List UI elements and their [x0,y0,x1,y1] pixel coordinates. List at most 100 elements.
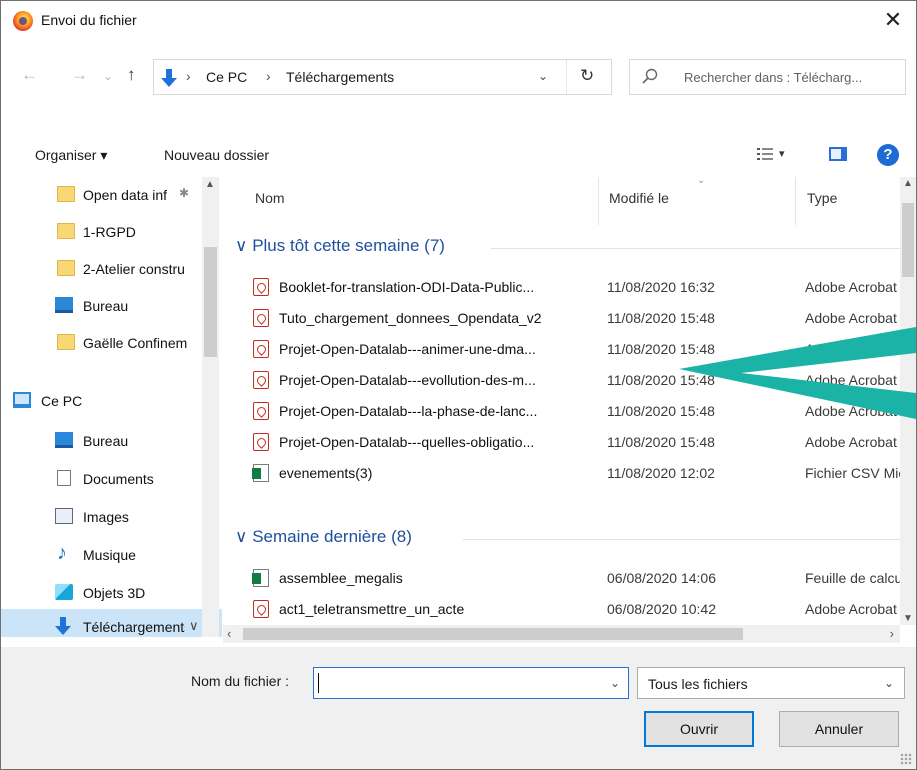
sidebar-item-ce-pc[interactable]: Ce PC [1,383,201,420]
scroll-up-arrow[interactable]: ▲ [205,179,215,190]
file-type: Adobe Acrobat [805,279,897,295]
filename-dropdown-icon[interactable]: ⌄ [610,676,620,690]
sidebar-item-bureau[interactable]: Bureau [1,423,201,460]
file-row[interactable]: assemblee_megalis 06/08/2020 14:06 Feuil… [223,563,916,593]
file-type: Feuille de calcul [805,570,905,586]
downloads-icon [55,617,71,635]
column-header-name[interactable]: Nom [255,190,285,206]
file-name: Projet-Open-Datalab---la-phase-de-lanc..… [279,403,538,419]
file-date: 06/08/2020 10:42 [607,601,716,617]
sidebar-item-objets-3d[interactable]: Objets 3D [1,575,201,612]
resize-grip[interactable] [900,753,912,765]
preview-pane-icon[interactable] [829,147,847,161]
help-icon[interactable]: ? [877,144,899,166]
scroll-left-arrow[interactable]: ‹ [227,626,231,641]
column-header-type[interactable]: Type [807,190,837,206]
file-date: 11/08/2020 15:48 [607,434,715,450]
group-divider [491,248,901,249]
group-header-last-week[interactable]: ∨ Semaine dernière (8) [235,527,412,547]
search-box[interactable]: Rechercher dans : Télécharg... [629,59,906,95]
organize-menu[interactable]: Organiser ▾ [35,147,107,164]
scrollbar-thumb[interactable] [204,247,217,357]
column-header-modified[interactable]: Modifié le [609,190,669,206]
sidebar-item-gaelle[interactable]: Gaëlle Confinem [1,325,201,362]
file-list-vertical-scrollbar[interactable]: ▲ ▼ [900,177,916,625]
column-divider[interactable] [795,177,796,225]
view-dropdown-icon[interactable]: ▾ [779,147,785,160]
sort-indicator-icon: ⌄ [697,177,706,186]
file-name: Projet-Open-Datalab---quelles-obligatio.… [279,434,535,450]
sidebar-item-rgpd[interactable]: 1-RGPD [1,214,201,251]
pin-icon: ✱ [179,186,190,200]
firefox-icon [13,11,33,31]
file-type-select[interactable]: Tous les fichiers ⌄ [637,667,905,699]
pdf-icon [253,309,269,327]
sidebar-scrollbar[interactable]: ▲ [202,177,219,637]
sidebar-item-images[interactable]: Images [1,499,201,536]
file-date: 11/08/2020 15:48 [607,372,715,388]
scrollbar-thumb[interactable] [243,628,743,640]
sidebar-item-label: Téléchargements [83,619,185,635]
sidebar-item-atelier[interactable]: 2-Atelier constru [1,251,201,288]
scroll-up-arrow[interactable]: ▲ [903,178,913,189]
close-button[interactable]: ✕ [870,1,916,41]
up-button[interactable]: ↑ [127,65,136,85]
sidebar-item-label: Objets 3D [83,585,146,601]
address-dropdown-icon[interactable]: ⌄ [538,69,548,83]
collapse-chevron-icon[interactable]: ∨ [189,618,199,634]
forward-button[interactable]: → [71,65,88,85]
file-row[interactable]: act1_teletransmettre_un_acte 06/08/2020 … [223,594,916,624]
sidebar-item-documents[interactable]: Documents [1,461,201,498]
sidebar-item-label: 1-RGPD [83,224,136,240]
file-row[interactable]: Projet-Open-Datalab---quelles-obligatio.… [223,427,916,457]
pdf-icon [253,433,269,451]
file-type-dropdown-icon: ⌄ [883,676,894,690]
recent-locations-dropdown[interactable]: ⌄ [103,66,113,86]
scroll-down-arrow[interactable]: ▼ [903,613,913,624]
search-icon [642,68,658,84]
pdf-icon [253,278,269,296]
address-bar[interactable]: › Ce PC › Téléchargements ⌄ ↻ [153,59,612,95]
open-button[interactable]: Ouvrir [644,711,754,747]
file-row[interactable]: Projet-Open-Datalab---animer-une-dma... … [223,334,916,364]
new-folder-button[interactable]: Nouveau dossier [164,147,269,163]
sidebar-item-open-data[interactable]: Open data inf ✱ [1,177,201,214]
file-name: Tuto_chargement_donnees_Opendata_v2 [279,310,542,326]
file-name: Booklet-for-translation-ODI-Data-Public.… [279,279,535,295]
breadcrumb-ce-pc[interactable]: Ce PC [206,69,247,85]
filename-input[interactable] [316,670,602,696]
sidebar-item-telechargements[interactable]: Téléchargements ∨ [1,609,222,637]
folder-icon [57,186,75,202]
filename-field[interactable]: ⌄ [313,667,629,699]
column-divider[interactable] [598,177,599,225]
sidebar-item-label: Documents [83,471,154,487]
view-options-icon[interactable] [757,147,773,161]
sidebar-item-label: Bureau [83,298,129,314]
group-header-label: Semaine dernière (8) [252,527,412,546]
file-row[interactable]: evenements(3) 11/08/2020 12:02 Fichier C… [223,458,916,488]
sidebar-item-label: 2-Atelier constru [83,261,185,277]
refresh-button[interactable]: ↻ [580,66,594,86]
scrollbar-thumb[interactable] [902,203,914,277]
file-row[interactable]: Tuto_chargement_donnees_Opendata_v2 11/0… [223,303,916,333]
file-date: 11/08/2020 15:48 [607,403,715,419]
file-date: 11/08/2020 15:48 [607,341,715,357]
objects-3d-icon [55,584,73,600]
command-toolbar: Organiser ▾ Nouveau dossier ▾ ? [1,133,916,175]
sidebar-item-bureau-quick[interactable]: Bureau [1,288,201,325]
excel-icon [252,569,269,587]
cancel-button[interactable]: Annuler [779,711,899,747]
file-date: 11/08/2020 16:32 [607,279,715,295]
title-bar: Envoi du fichier ✕ [1,1,916,41]
scroll-right-arrow[interactable]: › [890,626,894,641]
sidebar-item-label: Bureau [83,433,129,449]
back-button[interactable]: ← [21,65,38,85]
file-list-horizontal-scrollbar[interactable]: ‹ › [223,625,900,643]
breadcrumb-downloads[interactable]: Téléchargements [286,69,394,85]
file-row[interactable]: Projet-Open-Datalab---evollution-des-m..… [223,365,916,395]
sidebar-item-musique[interactable]: ♪ Musique [1,537,201,574]
group-header-this-week[interactable]: ∨ Plus tôt cette semaine (7) [235,236,445,256]
address-divider [566,60,567,94]
file-row[interactable]: Booklet-for-translation-ODI-Data-Public.… [223,272,916,302]
file-row[interactable]: Projet-Open-Datalab---la-phase-de-lanc..… [223,396,916,426]
